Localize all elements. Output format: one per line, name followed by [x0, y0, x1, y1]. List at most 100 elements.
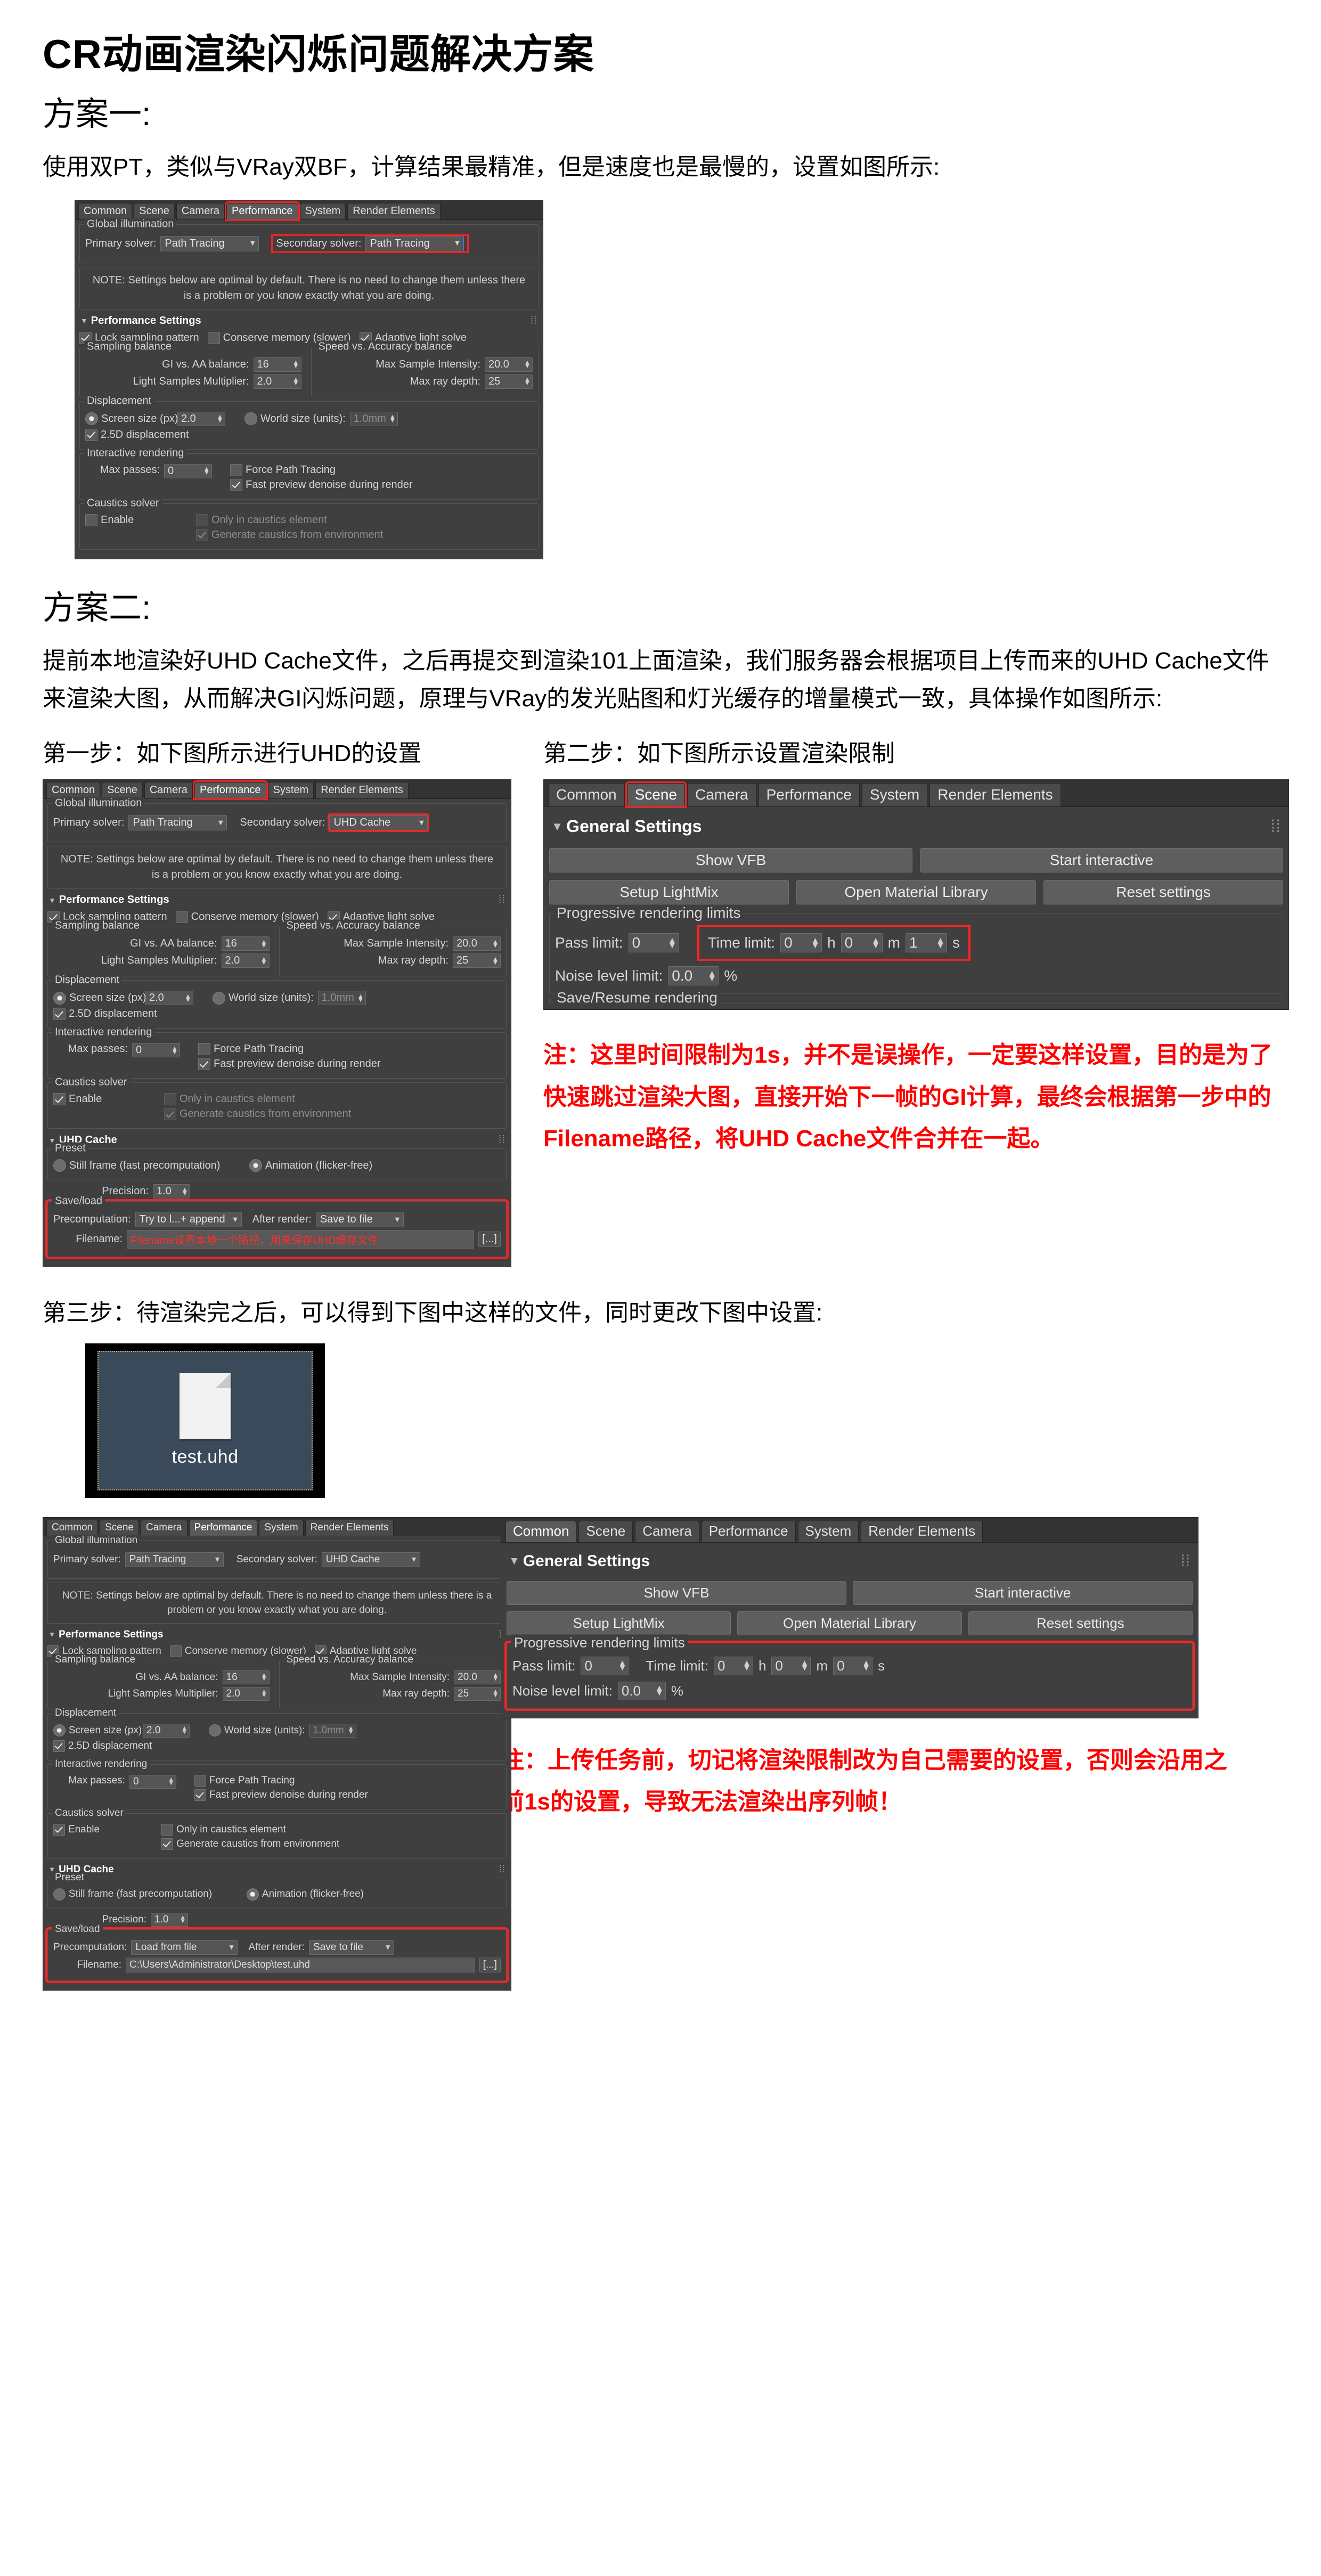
spinner-icon[interactable]: ▲ ▼	[800, 1659, 809, 1672]
force-path-tracing-checkbox[interactable]: Force Path Tracing	[198, 1043, 381, 1056]
time-limit-seconds-stepper[interactable]: 0 ▲ ▼	[833, 1656, 873, 1675]
tab-system[interactable]: System	[299, 202, 346, 219]
tab-scene[interactable]: Scene	[625, 781, 687, 809]
only-in-caustics-element-checkbox[interactable]: Only in caustics element	[164, 1093, 351, 1106]
tab-scene[interactable]: Scene	[100, 1519, 139, 1536]
only-in-caustics-element-checkbox[interactable]: Only in caustics element	[161, 1824, 339, 1836]
desktop-file-selection[interactable]: test.uhd	[97, 1350, 313, 1490]
tab-render-elements[interactable]: Render Elements	[315, 782, 409, 799]
spinner-icon[interactable]: ▲ ▼	[292, 359, 299, 369]
tab-scene[interactable]: Scene	[134, 202, 175, 219]
world-size-stepper[interactable]: 1.0mm ▲ ▼	[317, 991, 366, 1006]
spinner-icon[interactable]: ▲ ▼	[936, 935, 945, 949]
spinner-icon[interactable]: ▲ ▼	[492, 939, 499, 949]
force-path-tracing-checkbox[interactable]: Force Path Tracing	[194, 1775, 368, 1787]
filename-input[interactable]: Filename设置本地一个路径，用来保存UHD缓存文件	[127, 1230, 475, 1249]
tab-performance[interactable]: Performance	[225, 201, 300, 221]
spinner-icon[interactable]: ▲ ▼	[707, 968, 716, 982]
world-size-stepper[interactable]: 1.0mm ▲ ▼	[309, 1723, 356, 1738]
time-limit-hours-stepper[interactable]: 0 ▲ ▼	[780, 933, 822, 953]
render-setup-panel-step3-right[interactable]: Common Scene Camera Performance System R…	[501, 1517, 1198, 1718]
tab-scene[interactable]: Scene	[102, 782, 143, 799]
pass-limit-stepper[interactable]: 0 ▲ ▼	[628, 933, 679, 953]
generate-caustics-checkbox[interactable]: Generate caustics from environment	[161, 1838, 339, 1850]
spinner-icon[interactable]: ▲ ▼	[185, 993, 191, 1003]
max-sample-intensity-stepper[interactable]: 20.0 ▲ ▼	[485, 357, 533, 372]
spinner-icon[interactable]: ▲ ▼	[618, 1659, 627, 1672]
screen-size-stepper[interactable]: 2.0 ▲ ▼	[145, 991, 193, 1006]
still-frame-radio[interactable]: Still frame (fast precomputation)	[53, 1888, 242, 1901]
spinner-icon[interactable]: ▲ ▼	[203, 466, 210, 476]
generate-caustics-checkbox[interactable]: Generate caustics from environment	[196, 528, 383, 541]
start-interactive-button[interactable]: Start interactive	[853, 1580, 1193, 1605]
uhd-cache-rollout[interactable]: ▼ UHD Cache ⁞⁞	[47, 1862, 507, 1878]
performance-settings-rollout[interactable]: ▼ Performance Settings ⁞⁞	[47, 892, 507, 908]
noise-level-limit-stepper[interactable]: 0.0 ▲ ▼	[617, 1681, 666, 1700]
tab-render-elements[interactable]: Render Elements	[861, 1520, 983, 1542]
precision-stepper[interactable]: 1.0 ▲ ▼	[153, 1184, 190, 1199]
two-point-five-d-checkbox[interactable]: 2.5D displacement	[53, 1008, 157, 1021]
tab-camera[interactable]: Camera	[140, 1519, 187, 1536]
max-sample-intensity-stepper[interactable]: 20.0 ▲ ▼	[454, 1670, 501, 1684]
fast-preview-denoise-checkbox[interactable]: Fast preview denoise during render	[194, 1789, 368, 1801]
gi-vs-aa-stepper[interactable]: 16 ▲ ▼	[253, 357, 301, 372]
spinner-icon[interactable]: ▲ ▼	[811, 935, 820, 949]
primary-solver-combo[interactable]: Path Tracing ▼	[125, 1552, 224, 1567]
precomputation-combo[interactable]: Try to l...+ append ▼	[135, 1212, 242, 1228]
open-material-library-button[interactable]: Open Material Library	[737, 1611, 962, 1635]
secondary-solver-combo[interactable]: UHD Cache ▼	[328, 813, 430, 833]
primary-solver-combo[interactable]: Path Tracing ▼	[160, 235, 259, 251]
after-render-combo[interactable]: Save to file ▼	[308, 1939, 394, 1955]
uhd-cache-rollout[interactable]: ▼ UHD Cache ⁞⁞	[47, 1132, 507, 1148]
tabstrip[interactable]: Common Scene Camera Performance System R…	[43, 780, 511, 801]
spinner-icon[interactable]: ▲ ▼	[261, 1688, 267, 1698]
fast-preview-denoise-checkbox[interactable]: Fast preview denoise during render	[198, 1058, 381, 1071]
spinner-icon[interactable]: ▲ ▼	[180, 1914, 186, 1924]
after-render-combo[interactable]: Save to file ▼	[315, 1212, 404, 1228]
tab-common[interactable]: Common	[46, 1519, 99, 1536]
gi-vs-aa-stepper[interactable]: 16 ▲ ▼	[221, 936, 270, 951]
tab-performance[interactable]: Performance	[701, 1520, 796, 1542]
screen-size-stepper[interactable]: 2.0 ▲ ▼	[143, 1723, 190, 1738]
max-passes-stepper[interactable]: 0 ▲ ▼	[132, 1043, 180, 1058]
time-limit-minutes-stepper[interactable]: 0 ▲ ▼	[841, 933, 883, 953]
reset-settings-button[interactable]: Reset settings	[968, 1611, 1193, 1635]
performance-settings-rollout[interactable]: ▼ Performance Settings ⁞⁞	[47, 1627, 507, 1643]
spinner-icon[interactable]: ▲ ▼	[260, 939, 267, 949]
world-size-radio[interactable]: World size (units):	[213, 991, 314, 1005]
animation-radio[interactable]: Animation (flicker-free)	[247, 1888, 364, 1901]
tab-common[interactable]: Common	[505, 1520, 577, 1542]
world-size-radio[interactable]: World size (units):	[244, 412, 346, 426]
noise-level-limit-stepper[interactable]: 0.0 ▲ ▼	[668, 966, 719, 986]
tabstrip[interactable]: Common Scene Camera Performance System R…	[501, 1517, 1198, 1543]
spinner-icon[interactable]: ▲ ▼	[492, 956, 499, 966]
tab-scene[interactable]: Scene	[578, 1520, 633, 1542]
caustics-enable-checkbox[interactable]: Enable	[53, 1824, 157, 1836]
pass-limit-stepper[interactable]: 0 ▲ ▼	[581, 1656, 629, 1675]
tab-common[interactable]: Common	[548, 783, 625, 807]
generate-caustics-checkbox[interactable]: Generate caustics from environment	[164, 1108, 351, 1121]
tab-performance[interactable]: Performance	[189, 1519, 258, 1536]
reset-settings-button[interactable]: Reset settings	[1043, 880, 1283, 905]
spinner-icon[interactable]: ▲ ▼	[389, 413, 396, 423]
max-ray-depth-stepper[interactable]: 25 ▲ ▼	[485, 374, 533, 389]
secondary-solver-combo[interactable]: Path Tracing ▼	[365, 235, 464, 251]
caustics-enable-checkbox[interactable]: Enable	[53, 1093, 160, 1106]
tab-camera[interactable]: Camera	[687, 783, 756, 807]
tab-camera[interactable]: Camera	[635, 1520, 699, 1542]
still-frame-radio[interactable]: Still frame (fast precomputation)	[53, 1159, 245, 1172]
max-ray-depth-stepper[interactable]: 25 ▲ ▼	[454, 1686, 501, 1701]
tab-system[interactable]: System	[797, 1520, 859, 1542]
tab-render-elements[interactable]: Render Elements	[305, 1519, 394, 1536]
render-setup-panel-step2[interactable]: Common Scene Camera Performance System R…	[543, 779, 1289, 1010]
force-path-tracing-checkbox[interactable]: Force Path Tracing	[230, 463, 413, 476]
two-point-five-d-checkbox[interactable]: 2.5D displacement	[53, 1740, 152, 1752]
only-in-caustics-element-checkbox[interactable]: Only in caustics element	[196, 513, 383, 526]
spinner-icon[interactable]: ▲ ▼	[172, 1045, 178, 1055]
render-setup-panel-solution-one[interactable]: Common Scene Camera Performance System R…	[75, 200, 543, 559]
tabstrip[interactable]: Common Scene Camera Performance System R…	[75, 200, 543, 221]
spinner-icon[interactable]: ▲ ▼	[524, 376, 531, 386]
spinner-icon[interactable]: ▲ ▼	[357, 993, 364, 1003]
spinner-icon[interactable]: ▲ ▼	[261, 1672, 267, 1682]
max-ray-depth-stepper[interactable]: 25 ▲ ▼	[453, 953, 501, 968]
